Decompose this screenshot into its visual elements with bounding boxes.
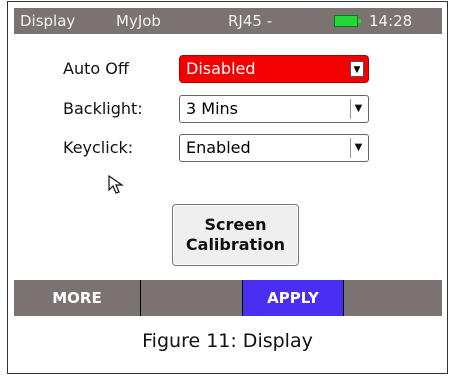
device-screen: Display MyJob RJ45 - 14:28 Auto Off Disa…	[8, 2, 447, 317]
status-bar: Display MyJob RJ45 - 14:28	[14, 8, 442, 34]
softkey-bar: MORE APPLY	[14, 280, 442, 316]
dropdown-arrow-icon: ▼	[350, 99, 366, 119]
mouse-pointer-icon	[108, 174, 124, 194]
more-softkey[interactable]: MORE	[14, 280, 141, 316]
status-job-name: MyJob	[116, 12, 161, 30]
keyclick-value: Enabled	[186, 138, 251, 157]
auto-off-select[interactable]: Disabled ▼	[179, 55, 369, 83]
calibration-line1: Screen	[204, 215, 267, 234]
blank-softkey-2[interactable]	[141, 280, 243, 316]
keyclick-select[interactable]: Enabled ▼	[179, 134, 369, 162]
dropdown-arrow-icon: ▼	[350, 138, 366, 158]
battery-full-icon	[334, 15, 361, 27]
figure-caption: Figure 11: Display	[142, 330, 313, 352]
status-port: RJ45 -	[228, 12, 273, 30]
blank-softkey-4[interactable]	[344, 280, 442, 316]
backlight-label: Backlight:	[63, 99, 143, 118]
backlight-select[interactable]: 3 Mins ▼	[179, 95, 369, 123]
apply-softkey[interactable]: APPLY	[243, 280, 344, 316]
backlight-value: 3 Mins	[186, 99, 238, 118]
calibration-line2: Calibration	[185, 235, 286, 254]
keyclick-label: Keyclick:	[63, 138, 134, 157]
status-app-name: Display	[20, 12, 76, 30]
auto-off-value: Disabled	[186, 59, 256, 78]
status-time: 14:28	[369, 12, 413, 30]
dropdown-arrow-icon: ▼	[350, 61, 364, 77]
screen-calibration-button[interactable]: Screen Calibration	[172, 204, 299, 266]
figure-frame: Display MyJob RJ45 - 14:28 Auto Off Disa…	[7, 1, 448, 374]
auto-off-label: Auto Off	[63, 59, 129, 78]
